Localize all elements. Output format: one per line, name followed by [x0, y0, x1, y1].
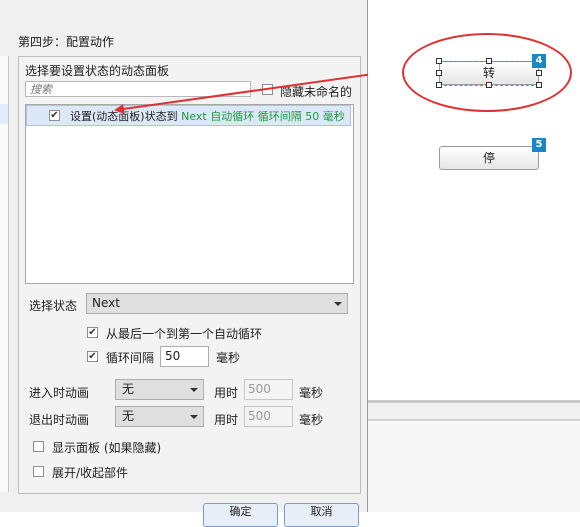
auto-loop-label: 从最后一个到第一个自动循环: [106, 327, 263, 341]
check-icon: ✔: [88, 350, 97, 362]
annotation-ellipse: [402, 33, 572, 112]
chevron-down-icon: [334, 302, 342, 306]
select-state-label: 选择状态: [29, 299, 78, 313]
exit-duration-unit: 毫秒: [299, 413, 324, 427]
enter-animation-value: 无: [122, 382, 135, 396]
check-icon: ✔: [88, 326, 97, 338]
loop-interval-input[interactable]: 50: [160, 346, 209, 367]
loop-interval-checkbox[interactable]: ✔: [87, 351, 98, 362]
loop-interval-label: 循环间隔: [106, 351, 155, 365]
show-panel-label: 显示面板 (如果隐藏): [52, 441, 162, 455]
widget-badge: 5: [532, 138, 546, 152]
cancel-button[interactable]: 取消: [284, 503, 359, 527]
enter-duration-label: 用时: [214, 386, 239, 400]
canvas-bottom-area: [368, 421, 580, 512]
enter-animation-label: 进入时动画: [29, 386, 90, 400]
state-select-value: Next: [92, 296, 120, 310]
expand-collapse-checkbox[interactable]: [33, 466, 44, 477]
enter-duration-unit: 毫秒: [299, 386, 324, 400]
stop-button[interactable]: 停: [439, 146, 539, 170]
exit-animation-value: 无: [122, 409, 135, 423]
expand-collapse-label: 展开/收起部件: [52, 466, 129, 480]
exit-animation-select[interactable]: 无: [115, 406, 204, 427]
auto-loop-checkbox[interactable]: ✔: [87, 327, 98, 338]
ok-button[interactable]: 确定: [203, 503, 278, 527]
state-select[interactable]: Next: [86, 293, 348, 314]
chevron-down-icon: [190, 388, 198, 392]
exit-animation-label: 退出时动画: [29, 413, 90, 427]
exit-duration-label: 用时: [214, 413, 239, 427]
enter-duration-input[interactable]: 500: [244, 379, 293, 400]
canvas-scroll-area: [368, 403, 580, 419]
chevron-down-icon: [190, 415, 198, 419]
enter-animation-select[interactable]: 无: [115, 379, 204, 400]
show-panel-checkbox[interactable]: [33, 441, 44, 452]
exit-duration-input[interactable]: 500: [244, 406, 293, 427]
loop-interval-unit: 毫秒: [216, 351, 241, 365]
